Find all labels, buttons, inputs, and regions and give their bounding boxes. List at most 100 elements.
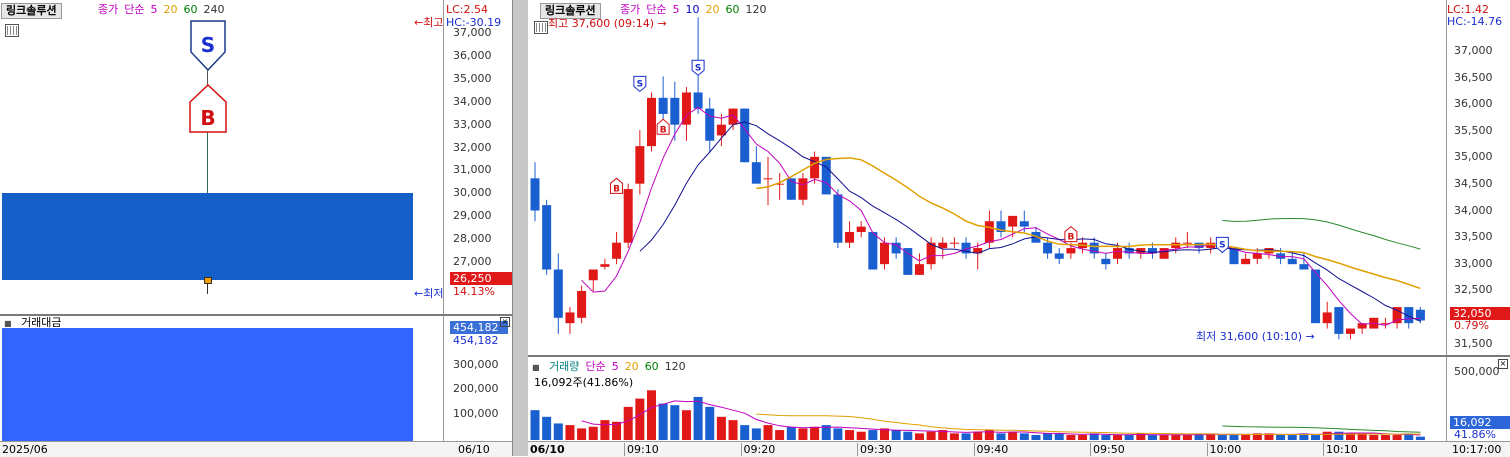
left-low-arrow: ←최저 bbox=[414, 287, 444, 300]
right-volume-panel: ■ 거래량 단순 5 20 60 120 16,092주(41.86%) × 500,00… bbox=[528, 357, 1510, 441]
y-tick-label: 35,500 bbox=[1454, 123, 1493, 137]
candle-body bbox=[623, 189, 633, 243]
buy-signal-marker: B bbox=[1064, 225, 1078, 243]
marker-letter: B bbox=[613, 184, 620, 194]
marker-letter: S bbox=[637, 79, 643, 89]
time-tick-label: 09:50 bbox=[1090, 443, 1125, 456]
candle-body bbox=[1054, 253, 1064, 259]
volume-bar bbox=[1241, 435, 1251, 440]
candle-body bbox=[903, 248, 913, 275]
candle-body bbox=[763, 178, 773, 180]
time-tick-label: 09:30 bbox=[857, 443, 892, 456]
candle-body bbox=[856, 226, 866, 232]
left-volume-value: 454,182 bbox=[453, 334, 499, 347]
left-lc-label: LC:2.54 bbox=[446, 3, 489, 16]
legend-item: 단순 bbox=[124, 3, 145, 16]
left-ma-legend: 종가 단순 5 20 60 240 bbox=[98, 3, 231, 17]
y-tick-label: 37,000 bbox=[453, 26, 492, 39]
candle-body bbox=[984, 221, 994, 243]
left-buy-marker: B bbox=[189, 83, 227, 133]
volume-bar bbox=[996, 433, 1006, 440]
buy-signal-marker: B bbox=[656, 118, 670, 135]
y-tick-label: 35,000 bbox=[1454, 150, 1493, 164]
left-candle-body bbox=[2, 193, 413, 280]
volume-bar bbox=[1392, 435, 1402, 440]
left-footer-right-date: 06/10 bbox=[458, 443, 490, 456]
volume-bar bbox=[658, 403, 668, 440]
close-pane-icon[interactable]: × bbox=[500, 317, 510, 327]
candle-body bbox=[868, 231, 878, 270]
grid-settings-icon[interactable] bbox=[5, 24, 19, 37]
volume-bar bbox=[1147, 435, 1157, 440]
left-sell-marker: S bbox=[190, 20, 226, 72]
y-tick-label: 32,500 bbox=[1454, 283, 1493, 297]
left-high-arrow: ←최고 bbox=[414, 16, 444, 29]
left-footer-date: 2025/06 bbox=[2, 443, 48, 456]
time-tick-label: 09:20 bbox=[740, 443, 775, 456]
legend-item: 20 bbox=[163, 3, 178, 16]
volume-bar bbox=[1229, 435, 1239, 440]
y-tick-label: 36,500 bbox=[1454, 70, 1493, 84]
candle-body bbox=[728, 108, 738, 125]
time-tick-label: 10:10 bbox=[1323, 443, 1358, 456]
candle-body bbox=[1299, 264, 1309, 270]
sell-signal-marker: S bbox=[633, 75, 647, 93]
candle-body bbox=[1311, 269, 1321, 324]
vertical-splitter[interactable] bbox=[512, 0, 529, 456]
high-price-annotation: 최고 37,600 (09:14) → bbox=[548, 17, 667, 30]
volume-bar bbox=[1124, 435, 1134, 440]
volume-bar bbox=[856, 431, 866, 440]
candle-body bbox=[1346, 328, 1355, 334]
right-price-panel: 링크솔루션 종가 단순 5 10 20 60 120 SSBBBS 최고 37,600 (0… bbox=[528, 0, 1510, 355]
volume-bar bbox=[926, 431, 936, 440]
left-low-arrow-label: 최저 bbox=[423, 287, 444, 300]
volume-bar bbox=[751, 428, 761, 440]
price-chart-canvas: S S B B B S bbox=[530, 17, 1425, 340]
marker-letter: S bbox=[1219, 240, 1225, 250]
candle-body bbox=[1066, 248, 1076, 254]
volume-bar bbox=[681, 410, 691, 440]
marker-letter: B bbox=[660, 125, 667, 135]
volume-bar bbox=[716, 416, 726, 440]
sell-marker-label: S bbox=[201, 33, 215, 57]
volume-bar bbox=[542, 416, 552, 440]
buy-marker-label: B bbox=[200, 106, 215, 130]
volume-bar bbox=[973, 431, 983, 440]
volume-bar bbox=[1182, 435, 1192, 440]
ma20-line bbox=[756, 157, 1421, 290]
volume-bar bbox=[728, 420, 738, 440]
left-small-marker bbox=[204, 277, 212, 284]
right-volume-ytick: 500,000 bbox=[1454, 365, 1500, 378]
left-high-arrow-label: 최고 bbox=[423, 16, 444, 29]
volume-bar bbox=[786, 426, 796, 440]
volume-bar bbox=[1287, 435, 1297, 440]
candle-body bbox=[1287, 258, 1297, 265]
time-tick-label: 09:10 bbox=[624, 443, 659, 456]
y-tick-label: 28,000 bbox=[453, 232, 492, 246]
ma60-line bbox=[1222, 217, 1421, 250]
volume-bar bbox=[588, 426, 598, 440]
right-hc-label: HC:-14.76 bbox=[1447, 15, 1503, 28]
candle-body bbox=[635, 146, 645, 184]
left-price-badge: 26,250 bbox=[450, 272, 514, 285]
legend-item: 5 bbox=[150, 3, 158, 16]
volume-bar bbox=[670, 405, 680, 440]
candle-body bbox=[693, 92, 703, 109]
volume-bar bbox=[647, 390, 656, 440]
legend-item: 60 bbox=[183, 3, 198, 16]
candle-body bbox=[588, 269, 598, 281]
left-change-pct: 14.13% bbox=[453, 285, 495, 298]
candle-body bbox=[821, 156, 831, 195]
candle-body bbox=[542, 205, 552, 270]
volume-bar bbox=[553, 423, 563, 440]
y-tick-label: 29,000 bbox=[453, 209, 492, 223]
close-pane-icon[interactable]: × bbox=[1498, 359, 1508, 369]
candle-body bbox=[1182, 242, 1192, 244]
right-change-pct: 0.79% bbox=[1454, 319, 1489, 332]
candle-body bbox=[1101, 258, 1111, 265]
y-tick-label: 27,000 bbox=[453, 255, 492, 268]
time-tick-label: 10:00 bbox=[1206, 443, 1241, 456]
volume-bar bbox=[798, 428, 808, 440]
marker-letter: S bbox=[695, 63, 701, 73]
left-stock-name-tab[interactable]: 링크솔루션 bbox=[1, 3, 62, 19]
